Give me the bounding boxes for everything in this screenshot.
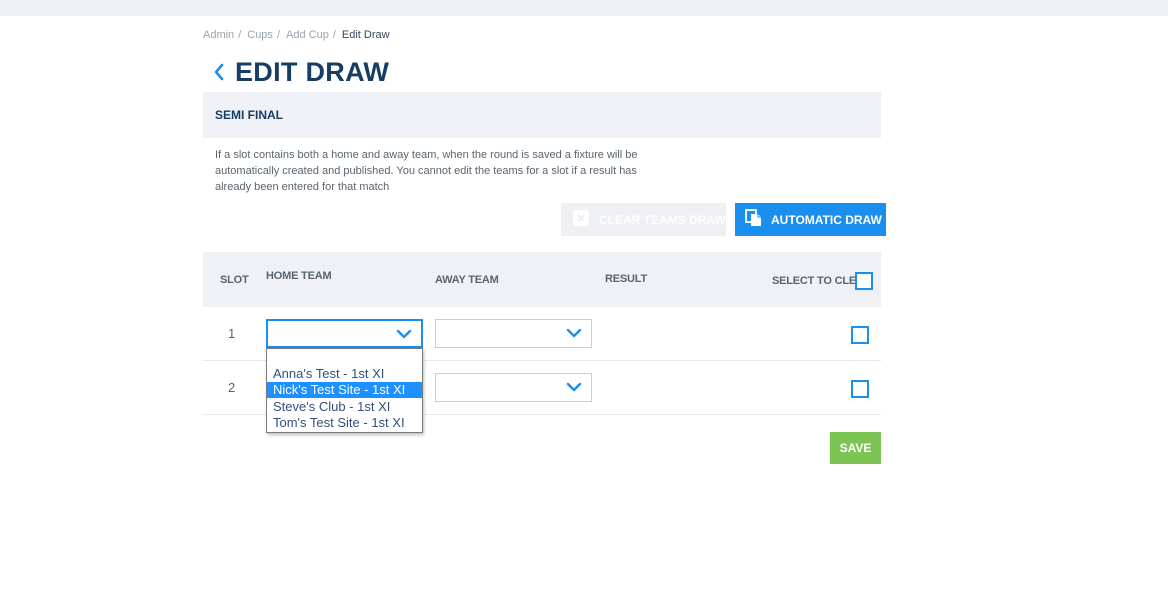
table-header: SLOT HOME TEAM AWAY TEAM RESULT SELECT T…: [203, 252, 881, 307]
header-home-team: HOME TEAM: [266, 270, 332, 282]
round-header: SEMI FINAL: [203, 92, 881, 138]
automatic-draw-button[interactable]: AUTOMATIC DRAW: [735, 203, 886, 236]
save-button[interactable]: SAVE: [830, 432, 881, 464]
breadcrumb-add-cup[interactable]: Add Cup: [286, 29, 329, 41]
dropdown-option[interactable]: Steve's Club - 1st XI: [267, 399, 422, 415]
slot-number: 1: [228, 326, 236, 341]
dropdown-option[interactable]: Tom's Test Site - 1st XI: [267, 415, 422, 431]
slot-number: 2: [228, 380, 236, 395]
dropdown-option-highlighted[interactable]: Nick's Test Site - 1st XI: [267, 382, 422, 398]
chevron-down-icon: [396, 329, 412, 339]
select-all-checkbox[interactable]: [855, 272, 873, 290]
breadcrumb-separator: /: [276, 29, 280, 41]
breadcrumb-cups[interactable]: Cups: [247, 29, 273, 41]
chevron-left-icon[interactable]: [209, 60, 229, 84]
breadcrumb-separator: /: [332, 29, 336, 41]
dropdown-option[interactable]: Anna's Test - 1st XI: [267, 366, 422, 382]
chevron-down-icon: [566, 382, 582, 392]
header-result: RESULT: [605, 273, 647, 285]
copy-icon: [745, 209, 763, 230]
away-team-select[interactable]: [435, 373, 592, 402]
round-title: SEMI FINAL: [215, 108, 283, 122]
close-box-icon: [573, 210, 589, 229]
dropdown-option-blank[interactable]: [267, 350, 422, 366]
home-team-dropdown-list: Anna's Test - 1st XI Nick's Test Site - …: [266, 348, 423, 433]
home-team-select[interactable]: [266, 319, 423, 348]
chevron-down-icon: [566, 328, 582, 338]
breadcrumb-separator: /: [238, 29, 242, 41]
info-text: If a slot contains both a home and away …: [215, 149, 638, 193]
clear-teams-draw-label: CLEAR TEAMS DRAW: [599, 212, 726, 227]
clear-teams-draw-button[interactable]: CLEAR TEAMS DRAW: [561, 203, 726, 236]
away-team-select[interactable]: [435, 319, 592, 348]
page-title: EDIT DRAW: [235, 56, 390, 87]
breadcrumb-current: Edit Draw: [341, 29, 390, 41]
clear-slot-checkbox[interactable]: [851, 380, 869, 398]
breadcrumb-admin[interactable]: Admin: [203, 29, 234, 41]
top-bar: [0, 0, 1168, 16]
header-away-team: AWAY TEAM: [435, 274, 499, 286]
automatic-draw-label: AUTOMATIC DRAW: [771, 212, 882, 227]
breadcrumb: Admin / Cups / Add Cup / Edit Draw: [203, 29, 390, 41]
clear-slot-checkbox[interactable]: [851, 326, 869, 344]
header-slot: SLOT: [220, 274, 249, 286]
page-header: EDIT DRAW: [209, 54, 389, 90]
